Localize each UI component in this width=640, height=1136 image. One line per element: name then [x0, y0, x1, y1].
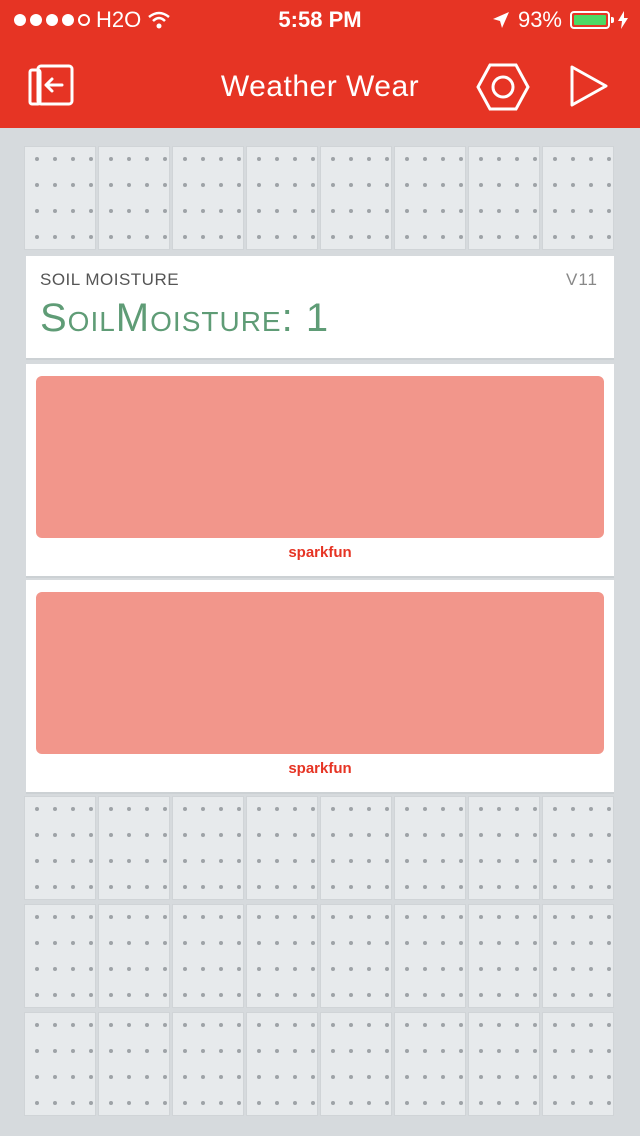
- grid-cell[interactable]: [172, 904, 244, 1008]
- button-face[interactable]: [36, 376, 604, 538]
- grid-cell[interactable]: [394, 146, 466, 250]
- image-button-widget[interactable]: sparkfun: [26, 580, 614, 794]
- battery-icon: [570, 11, 614, 29]
- grid-cell[interactable]: [24, 796, 96, 900]
- brand-label: sparkfun: [288, 760, 352, 777]
- grid-cell[interactable]: [542, 796, 614, 900]
- grid-cell[interactable]: [24, 904, 96, 1008]
- image-button-widget[interactable]: sparkfun: [26, 364, 614, 578]
- grid-cell[interactable]: [394, 796, 466, 900]
- grid-cell[interactable]: [542, 146, 614, 250]
- sparkfun-logo: sparkfun: [26, 544, 614, 561]
- grid-cell[interactable]: [394, 904, 466, 1008]
- grid-cell[interactable]: [320, 146, 392, 250]
- grid-cell[interactable]: [468, 146, 540, 250]
- charging-icon: [618, 11, 628, 29]
- widget-title: SOIL MOISTURE: [40, 270, 180, 289]
- grid-cell[interactable]: [24, 146, 96, 250]
- grid-cell[interactable]: [98, 1012, 170, 1116]
- grid-cell[interactable]: [542, 1012, 614, 1116]
- page-title: Weather Wear: [220, 70, 420, 103]
- widget-value: SoilMoisture: 1: [40, 296, 330, 340]
- grid-cell[interactable]: [246, 796, 318, 900]
- button-face[interactable]: [36, 592, 604, 754]
- brand-label: sparkfun: [288, 544, 352, 561]
- grid-cell[interactable]: [24, 1012, 96, 1116]
- grid-cell[interactable]: [320, 796, 392, 900]
- grid-cell[interactable]: [98, 796, 170, 900]
- grid-cell[interactable]: [172, 146, 244, 250]
- grid-cell[interactable]: [246, 146, 318, 250]
- play-icon[interactable]: [568, 64, 610, 108]
- grid-cell[interactable]: [172, 796, 244, 900]
- grid-cell[interactable]: [320, 904, 392, 1008]
- grid-cell[interactable]: [542, 904, 614, 1008]
- grid-cell[interactable]: [320, 1012, 392, 1116]
- virtual-pin-label: V11: [566, 270, 598, 289]
- sparkfun-logo: sparkfun: [26, 760, 614, 777]
- labeled-value-widget[interactable]: SOIL MOISTURE V11 SoilMoisture: 1: [26, 256, 614, 360]
- hexagon-settings-icon[interactable]: [476, 62, 530, 112]
- grid-cell[interactable]: [172, 1012, 244, 1116]
- grid-cell[interactable]: [246, 904, 318, 1008]
- location-arrow-icon: [492, 12, 509, 28]
- grid-cell[interactable]: [468, 904, 540, 1008]
- grid-cell[interactable]: [246, 1012, 318, 1116]
- status-bar: H2O 5:58 PM 93%: [0, 0, 640, 40]
- grid-cell[interactable]: [468, 796, 540, 900]
- grid-cell[interactable]: [468, 1012, 540, 1116]
- nav-bar: Weather Wear: [0, 40, 640, 128]
- grid-cell[interactable]: [98, 904, 170, 1008]
- grid-cell[interactable]: [98, 146, 170, 250]
- grid-cell[interactable]: [394, 1012, 466, 1116]
- battery-percent: 93%: [517, 7, 562, 32]
- app-header: H2O 5:58 PM 93% Weather Wear: [0, 0, 640, 128]
